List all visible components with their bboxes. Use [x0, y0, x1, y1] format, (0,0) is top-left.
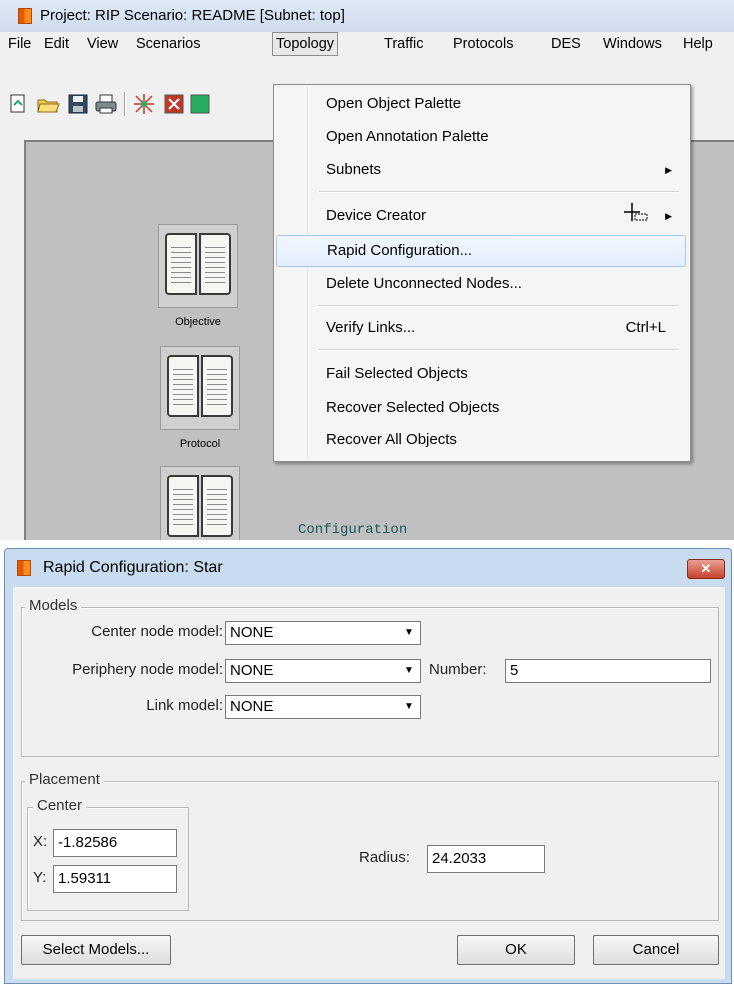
- title-bar: Project: RIP Scenario: README [Subnet: t…: [0, 0, 734, 32]
- menu-item-recover-selected-objects[interactable]: Recover Selected Objects: [276, 393, 686, 423]
- menu-item-fail-selected-objects[interactable]: Fail Selected Objects: [276, 359, 686, 389]
- configuration-book-icon[interactable]: [160, 466, 240, 540]
- periphery-node-model-label: Periphery node model:: [72, 661, 223, 678]
- window-title: Project: RIP Scenario: README [Subnet: t…: [40, 7, 345, 24]
- submenu-arrow-icon: ▶: [665, 165, 672, 175]
- toolbar-separator: [124, 92, 126, 116]
- crosshair-cursor-icon: [624, 203, 650, 226]
- open-folder-icon[interactable]: [36, 92, 60, 116]
- rapid-configuration-dialog: Rapid Configuration: Star ✕ Models Cente…: [4, 548, 732, 984]
- menu-traffic[interactable]: Traffic: [381, 32, 426, 56]
- print-icon[interactable]: [94, 92, 118, 116]
- menu-bar: File Edit View Scenarios Topology Traffi…: [0, 32, 734, 58]
- y-label: Y:: [33, 869, 47, 886]
- app-icon: [18, 8, 32, 24]
- number-input[interactable]: 5: [505, 659, 711, 683]
- topology-dropdown-menu: Open Object Palette Open Annotation Pale…: [273, 84, 691, 462]
- menu-view[interactable]: View: [84, 32, 121, 56]
- chevron-down-icon: ▼: [404, 627, 414, 638]
- center-group: [27, 807, 189, 911]
- node-label-objective: Objective: [175, 316, 221, 328]
- chevron-down-icon: ▼: [404, 701, 414, 712]
- dialog-body: Models Center node model: NONE ▼ Periphe…: [13, 587, 725, 979]
- radius-label: Radius:: [359, 849, 410, 866]
- menu-item-open-object-palette[interactable]: Open Object Palette: [276, 89, 686, 119]
- new-project-icon[interactable]: [6, 92, 30, 116]
- ok-button[interactable]: OK: [457, 935, 575, 965]
- menu-protocols[interactable]: Protocols: [450, 32, 516, 56]
- menu-item-rapid-configuration[interactable]: Rapid Configuration...: [276, 235, 686, 267]
- protocol-book-icon[interactable]: [160, 346, 240, 430]
- center-y-input[interactable]: 1.59311: [53, 865, 177, 893]
- menu-windows[interactable]: Windows: [600, 32, 665, 56]
- menu-edit[interactable]: Edit: [41, 32, 72, 56]
- menu-separator: [319, 191, 679, 193]
- fail-node-icon[interactable]: [162, 92, 186, 116]
- submenu-arrow-icon: ▶: [665, 211, 672, 221]
- center-node-model-label: Center node model:: [91, 623, 223, 640]
- dialog-title: Rapid Configuration: Star: [43, 559, 223, 576]
- chevron-down-icon: ▼: [404, 665, 414, 676]
- object-palette-icon[interactable]: [132, 92, 156, 116]
- configuration-annotation: Configuration: [298, 522, 408, 538]
- link-model-select[interactable]: NONE ▼: [225, 695, 421, 719]
- menu-item-delete-unconnected-nodes[interactable]: Delete Unconnected Nodes...: [276, 269, 686, 299]
- select-models-button[interactable]: Select Models...: [21, 935, 171, 965]
- center-group-label: Center: [33, 797, 87, 814]
- menu-item-open-annotation-palette[interactable]: Open Annotation Palette: [276, 122, 686, 152]
- periphery-node-model-select[interactable]: NONE ▼: [225, 659, 421, 683]
- cancel-button[interactable]: Cancel: [593, 935, 719, 965]
- link-model-label: Link model:: [146, 697, 223, 714]
- menu-file[interactable]: File: [5, 32, 34, 56]
- center-node-model-select[interactable]: NONE ▼: [225, 621, 421, 645]
- menu-separator: [319, 349, 679, 351]
- center-x-input[interactable]: -1.82586: [53, 829, 177, 857]
- menu-help[interactable]: Help: [680, 32, 716, 56]
- objective-book-icon[interactable]: [158, 224, 238, 308]
- close-icon[interactable]: ✕: [687, 559, 725, 579]
- placement-group-label: Placement: [25, 771, 104, 788]
- radius-input[interactable]: 24.2033: [427, 845, 545, 873]
- node-label-protocol: Protocol: [179, 438, 221, 450]
- menu-separator: [319, 305, 679, 307]
- menu-topology[interactable]: Topology: [272, 32, 339, 56]
- menu-item-verify-links[interactable]: Verify Links... Ctrl+L: [276, 313, 686, 343]
- models-group-label: Models: [25, 597, 82, 614]
- app-icon: [17, 560, 31, 576]
- menu-item-subnets[interactable]: Subnets ▶: [276, 155, 686, 185]
- recover-node-icon[interactable]: [188, 92, 212, 116]
- screenshot-divider: [0, 540, 734, 548]
- main-window: Project: RIP Scenario: README [Subnet: t…: [0, 0, 734, 540]
- save-icon[interactable]: [66, 92, 90, 116]
- x-label: X:: [33, 833, 48, 850]
- menu-item-recover-all-objects[interactable]: Recover All Objects: [276, 425, 686, 455]
- shortcut-label: Ctrl+L: [625, 319, 666, 336]
- number-label: Number:: [429, 661, 487, 678]
- menu-des[interactable]: DES: [548, 32, 584, 56]
- menu-scenarios[interactable]: Scenarios: [133, 32, 203, 56]
